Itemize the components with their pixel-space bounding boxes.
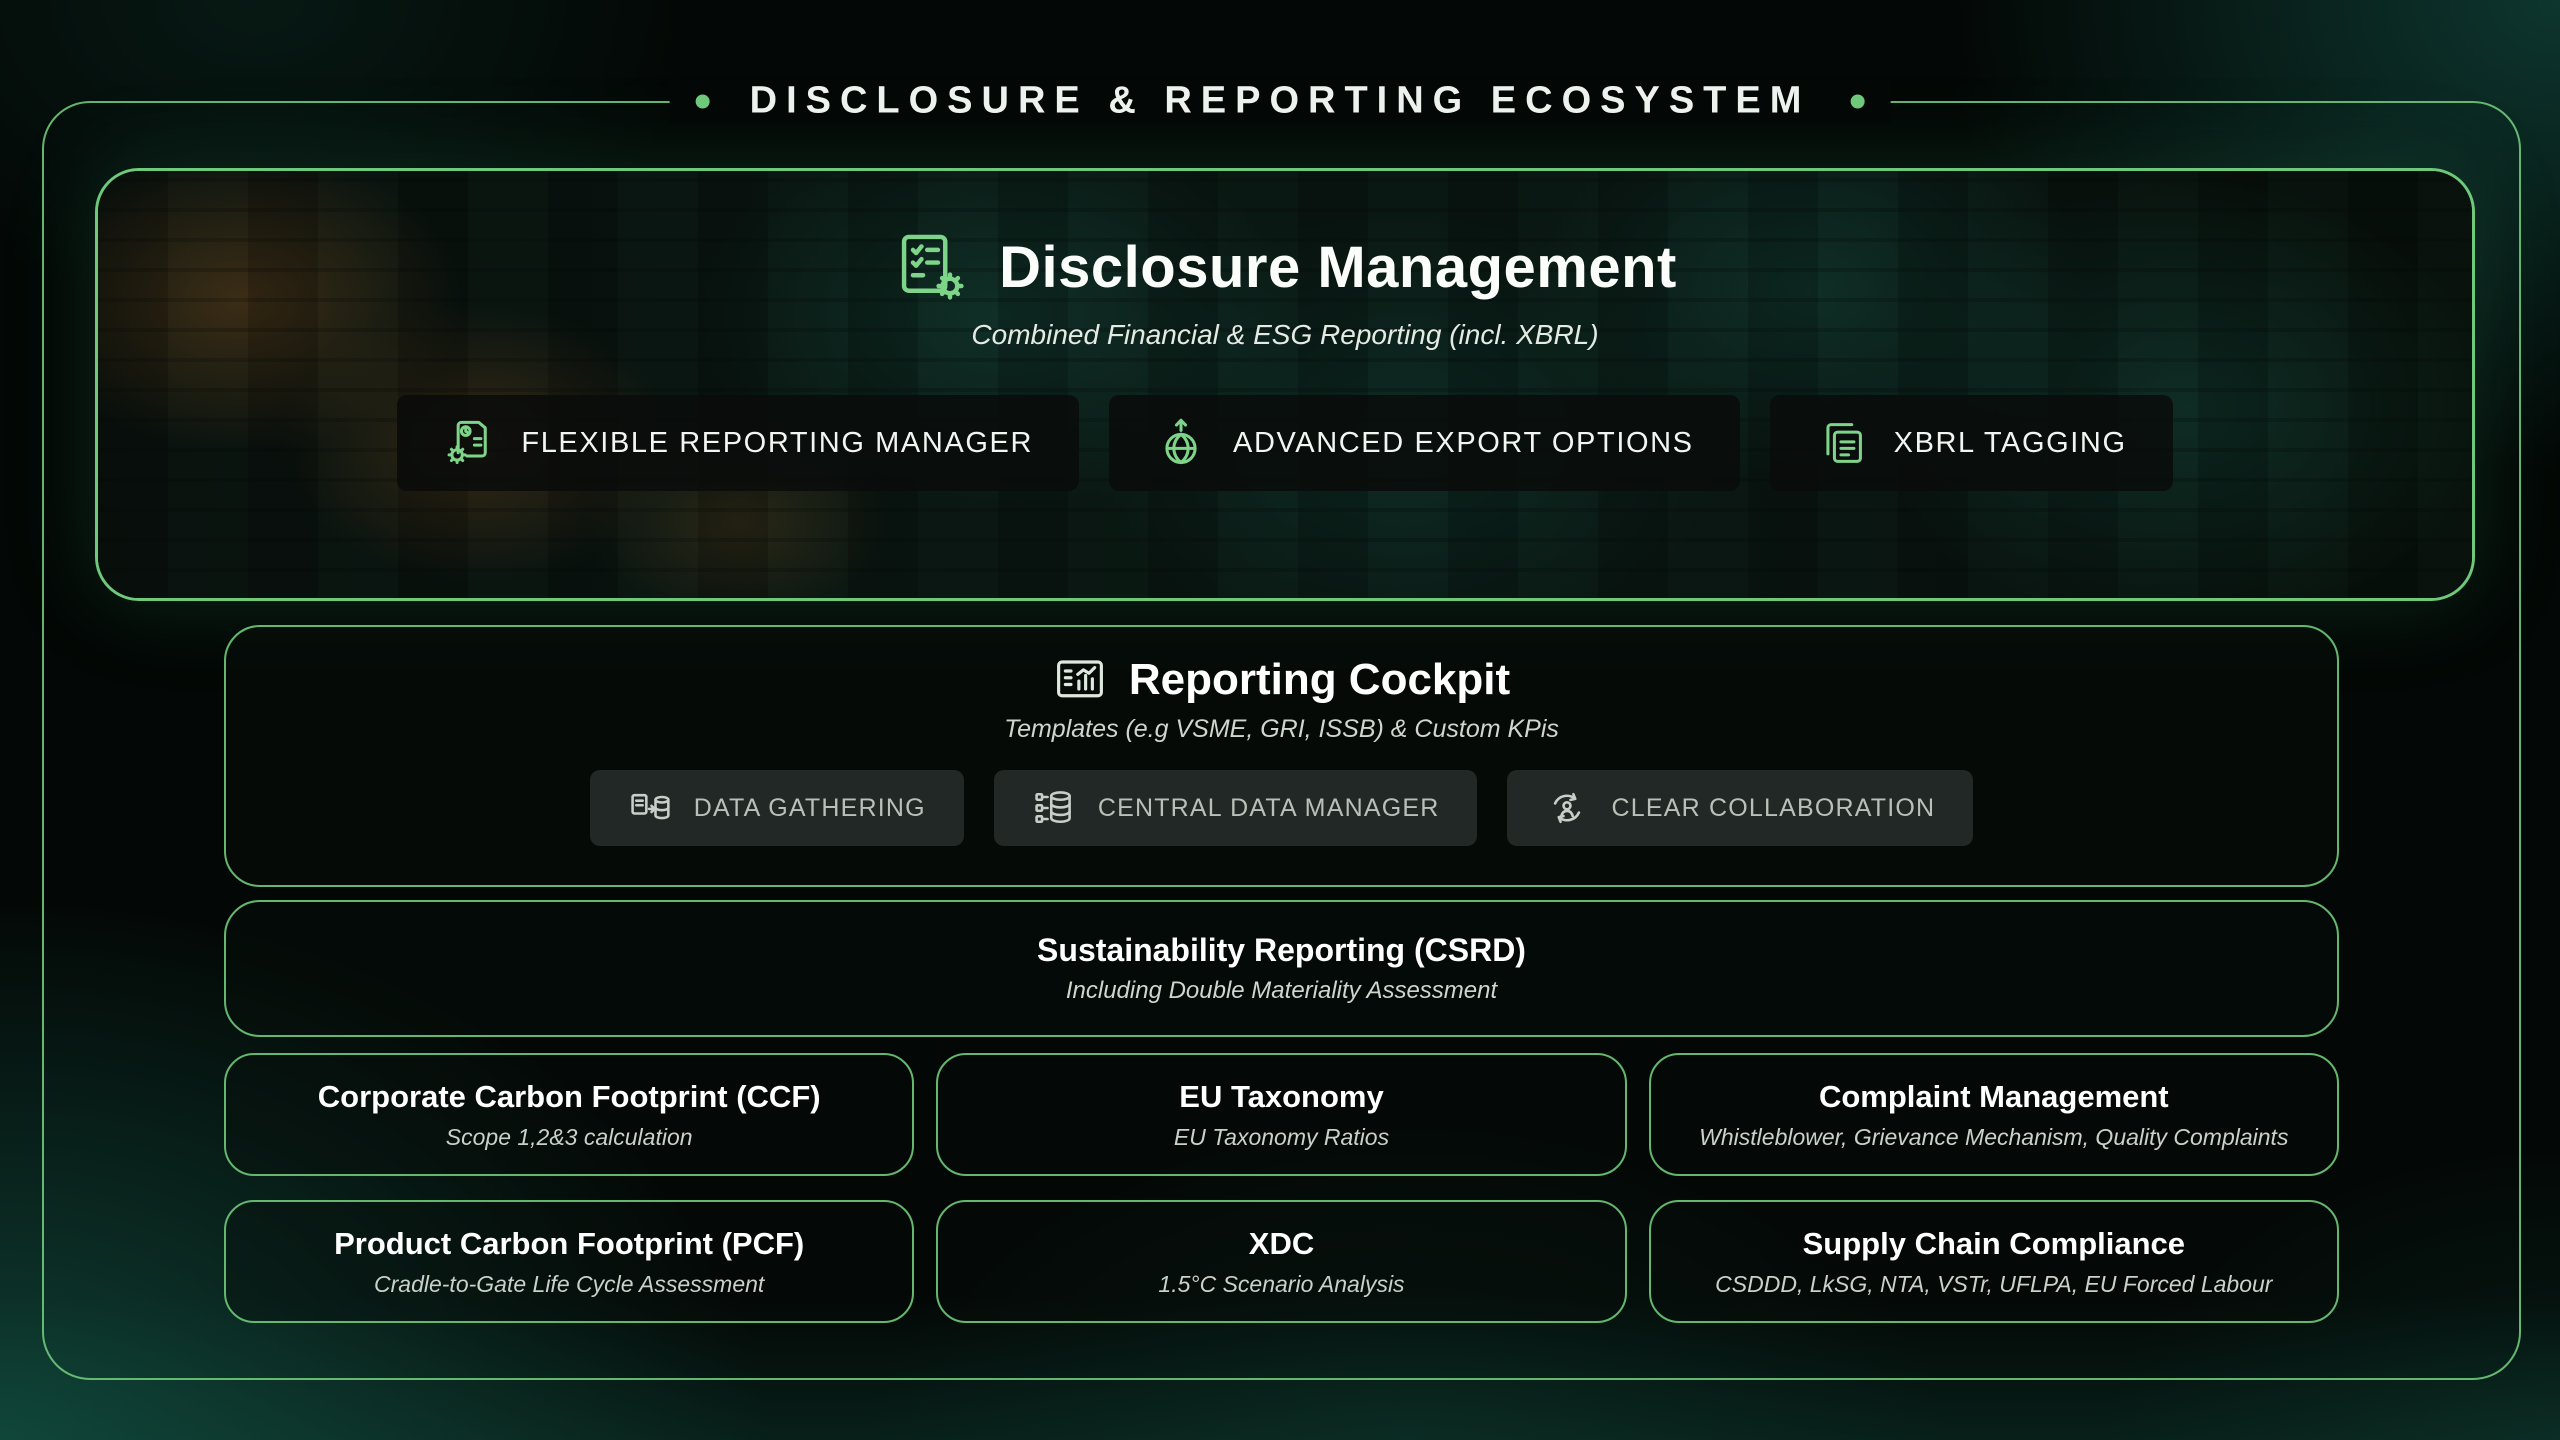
feature-label: XBRL TAGGING xyxy=(1894,427,2127,460)
database-nodes-icon xyxy=(1032,786,1076,830)
reporting-cockpit-card: Reporting Cockpit Templates (e.g VSME, G… xyxy=(224,625,2339,887)
module-xdc: XDC 1.5°C Scenario Analysis xyxy=(936,1200,1626,1323)
document-to-database-icon xyxy=(628,786,672,830)
hero-content: Disclosure Management Combined Financial… xyxy=(98,171,2472,598)
chip-central-data-manager[interactable]: CENTRAL DATA MANAGER xyxy=(994,770,1478,846)
module-subtitle: Scope 1,2&3 calculation xyxy=(446,1124,693,1151)
module-subtitle: Cradle-to-Gate Life Cycle Assessment xyxy=(374,1271,764,1298)
page-title: DISCLOSURE & REPORTING ECOSYSTEM xyxy=(670,80,1891,123)
chip-clear-collaboration[interactable]: CLEAR COLLABORATION xyxy=(1507,770,1973,846)
module-title: Product Carbon Footprint (PCF) xyxy=(334,1226,804,1262)
module-title: Corporate Carbon Footprint (CCF) xyxy=(318,1079,821,1115)
title-right-dot-icon xyxy=(1850,94,1864,108)
disclosure-management-card: Disclosure Management Combined Financial… xyxy=(95,168,2475,601)
module-complaint-management: Complaint Management Whistleblower, Grie… xyxy=(1649,1053,2339,1176)
page-title-text: DISCLOSURE & REPORTING ECOSYSTEM xyxy=(750,80,1811,123)
document-clock-gear-icon xyxy=(443,417,495,469)
chip-data-gathering[interactable]: DATA GATHERING xyxy=(590,770,964,846)
feature-label: FLEXIBLE REPORTING MANAGER xyxy=(521,427,1033,460)
feature-xbrl-tagging[interactable]: XBRL TAGGING xyxy=(1770,395,2173,491)
module-title: EU Taxonomy xyxy=(1179,1079,1383,1115)
module-subtitle: 1.5°C Scenario Analysis xyxy=(1158,1271,1404,1298)
chip-label: CENTRAL DATA MANAGER xyxy=(1098,794,1440,823)
cockpit-title: Reporting Cockpit xyxy=(1129,655,1510,705)
cockpit-subtitle: Templates (e.g VSME, GRI, ISSB) & Custom… xyxy=(1004,715,1559,744)
csrd-title: Sustainability Reporting (CSRD) xyxy=(1037,932,1526,969)
module-corporate-carbon-footprint: Corporate Carbon Footprint (CCF) Scope 1… xyxy=(224,1053,914,1176)
modules-grid: Corporate Carbon Footprint (CCF) Scope 1… xyxy=(224,1053,2339,1323)
hero-subtitle: Combined Financial & ESG Reporting (incl… xyxy=(971,319,1598,351)
globe-export-icon xyxy=(1155,417,1207,469)
hero-feature-buttons: FLEXIBLE REPORTING MANAGER ADVANCED EXPO… xyxy=(397,395,2172,491)
title-left-dot-icon xyxy=(696,94,710,108)
sustainability-reporting-card: Sustainability Reporting (CSRD) Includin… xyxy=(224,900,2339,1037)
module-subtitle: Whistleblower, Grievance Mechanism, Qual… xyxy=(1699,1124,2288,1151)
module-product-carbon-footprint: Product Carbon Footprint (PCF) Cradle-to… xyxy=(224,1200,914,1323)
module-eu-taxonomy: EU Taxonomy EU Taxonomy Ratios xyxy=(936,1053,1626,1176)
module-title: XDC xyxy=(1249,1226,1314,1262)
csrd-subtitle: Including Double Materiality Assessment xyxy=(1066,977,1497,1005)
cockpit-chips: DATA GATHERING CENTRAL DATA MANAGER xyxy=(590,770,1974,846)
module-title: Complaint Management xyxy=(1819,1079,2169,1115)
hero-title-row: Disclosure Management xyxy=(893,229,1677,305)
module-subtitle: EU Taxonomy Ratios xyxy=(1174,1124,1389,1151)
module-subtitle: CSDDD, LkSG, NTA, VSTr, UFLPA, EU Forced… xyxy=(1715,1271,2272,1298)
cockpit-title-row: Reporting Cockpit xyxy=(1053,653,1510,707)
stacked-documents-icon xyxy=(1816,417,1868,469)
feature-advanced-export-options[interactable]: ADVANCED EXPORT OPTIONS xyxy=(1109,395,1740,491)
dashboard-chart-icon xyxy=(1053,653,1107,707)
chip-label: CLEAR COLLABORATION xyxy=(1611,794,1935,823)
hero-title: Disclosure Management xyxy=(999,234,1677,301)
chip-label: DATA GATHERING xyxy=(694,794,926,823)
collaboration-cycle-icon xyxy=(1545,786,1589,830)
feature-flexible-reporting-manager[interactable]: FLEXIBLE REPORTING MANAGER xyxy=(397,395,1079,491)
feature-label: ADVANCED EXPORT OPTIONS xyxy=(1233,427,1694,460)
module-supply-chain-compliance: Supply Chain Compliance CSDDD, LkSG, NTA… xyxy=(1649,1200,2339,1323)
module-title: Supply Chain Compliance xyxy=(1803,1226,2185,1262)
checklist-gear-icon xyxy=(893,229,969,305)
